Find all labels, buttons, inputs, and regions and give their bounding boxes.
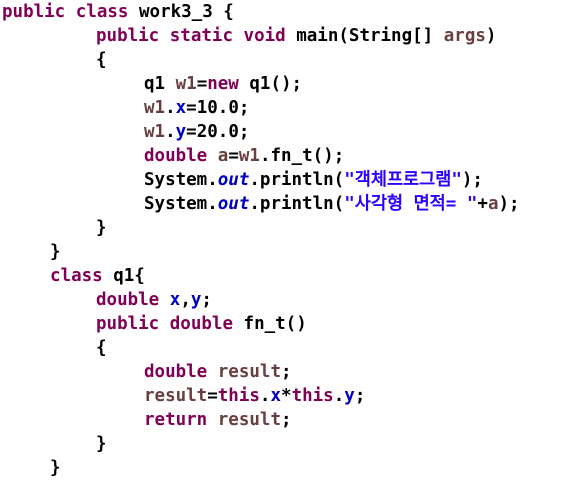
field: y bbox=[190, 290, 202, 310]
code-line: } bbox=[50, 456, 61, 480]
punctuation: ); bbox=[498, 194, 520, 214]
punctuation: , bbox=[180, 290, 191, 310]
method-declaration: fn_t() bbox=[243, 314, 307, 334]
punctuation: ; bbox=[280, 362, 292, 382]
punctuation: ) bbox=[485, 26, 497, 46]
static-field: out bbox=[217, 194, 250, 214]
code-editor[interactable]: public class work3_3 { public static voi… bbox=[0, 0, 579, 480]
field: x bbox=[169, 290, 181, 310]
code-line: double a=w1.fn_t(); bbox=[144, 144, 344, 168]
local-variable: w1 bbox=[175, 74, 197, 94]
punctuation: ; bbox=[201, 290, 212, 310]
code-line: System.out.println("객체프로그램"); bbox=[144, 168, 483, 192]
punctuation: . bbox=[165, 98, 176, 118]
keyword: public bbox=[2, 2, 66, 22]
class-reference: System. bbox=[144, 170, 218, 190]
code-line: class q1{ bbox=[50, 264, 145, 288]
keyword: this bbox=[217, 386, 260, 406]
field: y bbox=[175, 122, 187, 142]
operator: = bbox=[196, 74, 208, 94]
string-literal: "사각형 면적= " bbox=[344, 194, 478, 214]
assignment: =10.0; bbox=[186, 98, 250, 118]
keyword: class bbox=[50, 266, 103, 286]
punctuation: . bbox=[165, 122, 176, 142]
local-variable: a bbox=[217, 146, 229, 166]
keyword: public bbox=[96, 26, 160, 46]
code-line: { bbox=[96, 48, 107, 72]
brace: } bbox=[50, 458, 61, 478]
punctuation: ); bbox=[461, 170, 483, 190]
code-line: w1.x=10.0; bbox=[144, 96, 249, 120]
code-line: double x,y; bbox=[96, 288, 212, 312]
string-literal: "객체프로그램" bbox=[344, 170, 462, 190]
code-line: result=this.x*this.y; bbox=[144, 384, 365, 408]
constructor-call: q1(); bbox=[238, 74, 303, 94]
method-call: .fn_t(); bbox=[259, 146, 345, 166]
punctuation: ; bbox=[354, 386, 366, 406]
keyword: this bbox=[291, 386, 334, 406]
keyword: class bbox=[75, 2, 129, 22]
brace: } bbox=[50, 242, 61, 262]
field: y bbox=[344, 386, 355, 406]
code-line: return result; bbox=[144, 408, 292, 432]
type-name: q1 bbox=[144, 74, 176, 94]
code-line: } bbox=[96, 216, 107, 240]
operator: = bbox=[207, 386, 218, 406]
local-variable: result bbox=[217, 410, 281, 430]
code-line: public static void main(String[] args) bbox=[96, 24, 496, 48]
code-line: public class work3_3 { bbox=[2, 0, 234, 24]
local-variable: w1 bbox=[144, 122, 166, 142]
code-line: } bbox=[96, 432, 107, 456]
code-line: q1 w1=new q1(); bbox=[144, 72, 302, 96]
method-call: .println( bbox=[249, 170, 345, 190]
class-declaration: q1{ bbox=[113, 266, 145, 286]
brace: } bbox=[96, 434, 107, 454]
local-variable: w1 bbox=[238, 146, 260, 166]
code-line: } bbox=[50, 240, 61, 264]
keyword: double bbox=[96, 290, 160, 310]
brace: { bbox=[96, 338, 107, 358]
code-line: public double fn_t() bbox=[96, 312, 307, 336]
local-variable: w1 bbox=[144, 98, 166, 118]
keyword: double bbox=[144, 362, 208, 382]
punctuation: ; bbox=[280, 410, 292, 430]
code-line: System.out.println("사각형 면적= "+a); bbox=[144, 192, 520, 216]
brace: } bbox=[96, 218, 107, 238]
keyword: double bbox=[144, 146, 208, 166]
brace: { bbox=[96, 50, 107, 70]
method-signature: main(String[] bbox=[296, 26, 444, 46]
code-line: { bbox=[96, 336, 107, 360]
operator: + bbox=[477, 194, 488, 214]
parameter: args bbox=[443, 26, 486, 46]
code-line: w1.y=20.0; bbox=[144, 120, 249, 144]
local-variable: result bbox=[144, 386, 208, 406]
keyword: public bbox=[96, 314, 160, 334]
punctuation: . bbox=[333, 386, 345, 406]
keyword: new bbox=[207, 74, 239, 94]
field: x bbox=[270, 386, 282, 406]
operator: = bbox=[228, 146, 239, 166]
local-variable: a bbox=[487, 194, 499, 214]
local-variable: result bbox=[217, 362, 281, 382]
assignment: =20.0; bbox=[186, 122, 250, 142]
class-declaration: work3_3 { bbox=[139, 2, 234, 22]
keyword: return bbox=[144, 410, 208, 430]
punctuation: . bbox=[259, 386, 271, 406]
field: x bbox=[175, 98, 187, 118]
class-reference: System. bbox=[144, 194, 218, 214]
keyword: double bbox=[169, 314, 233, 334]
operator: * bbox=[281, 386, 292, 406]
static-field: out bbox=[217, 170, 250, 190]
keyword: void bbox=[243, 26, 286, 46]
code-line: double result; bbox=[144, 360, 292, 384]
keyword: static bbox=[169, 26, 233, 46]
method-call: .println( bbox=[249, 194, 345, 214]
